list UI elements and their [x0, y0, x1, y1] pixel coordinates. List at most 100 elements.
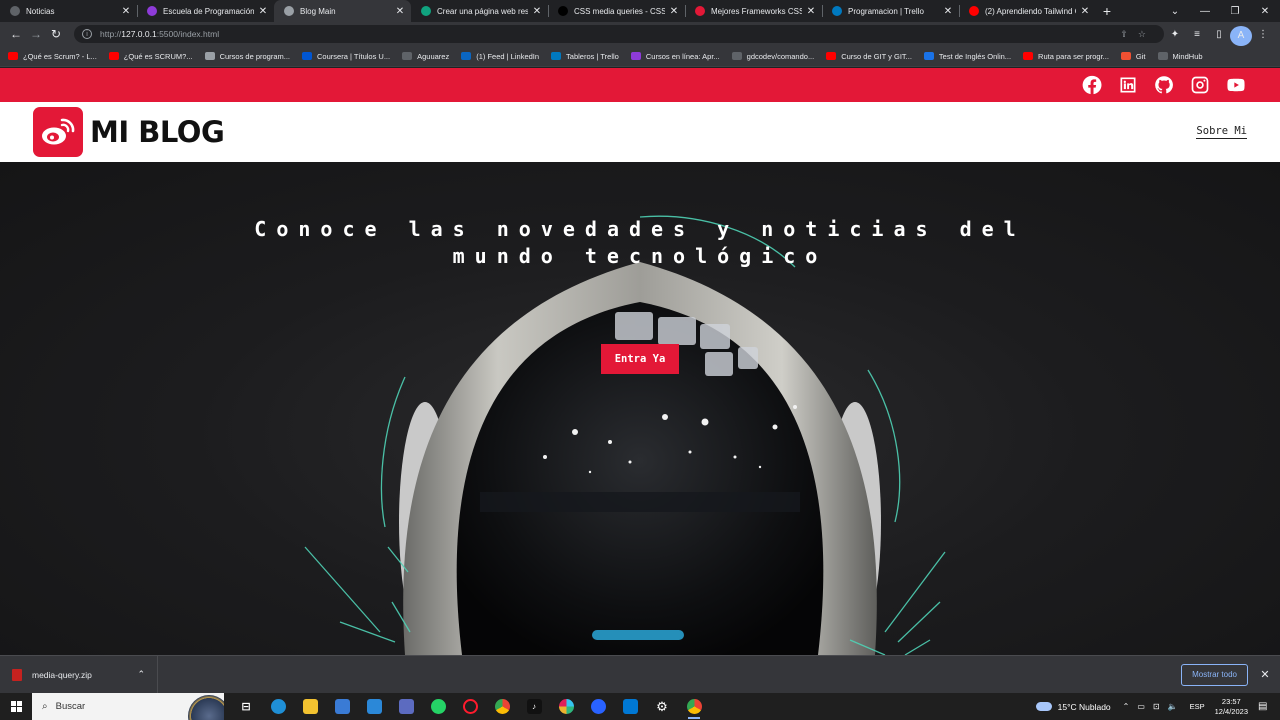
tab-close-icon[interactable]: ✕ [258, 6, 268, 17]
site-brand[interactable]: MI BLOG [90, 115, 225, 149]
bookmark-favicon-icon [108, 52, 119, 60]
tab-title: Programacion | Trello [848, 6, 924, 16]
browser-tab[interactable]: (2) Aprendiendo Tailwind C ✕ [959, 0, 1096, 22]
slack-icon[interactable] [550, 693, 582, 720]
bookmark-label: Tableros | Trello [566, 51, 619, 61]
share-icon[interactable]: ⇪ [1120, 29, 1138, 40]
chrome-icon[interactable] [486, 693, 518, 720]
url-scheme: http:// [100, 29, 122, 39]
bookmark-item[interactable]: gdcodev/comando... [731, 52, 814, 61]
bookmark-item[interactable]: Git [1120, 52, 1146, 61]
tray-icons[interactable]: ⌃▭⊡🔈 [1123, 702, 1186, 711]
chevron-up-icon[interactable]: ⌃ [137, 669, 145, 680]
tab-close-icon[interactable]: ✕ [943, 6, 953, 17]
weibo-logo-icon[interactable] [33, 107, 83, 157]
site-info-icon[interactable]: i [82, 29, 92, 39]
bookmark-item[interactable]: ¿Qué es SCRUM?... [108, 52, 193, 61]
bookmark-item[interactable]: Test de Inglés Onlin... [923, 52, 1011, 61]
clock[interactable]: 23:57 12/4/2023 [1215, 697, 1248, 717]
browser-tab[interactable]: Escuela de Programación y ✕ [137, 0, 274, 22]
calculator-icon[interactable] [390, 693, 422, 720]
notifications-icon[interactable]: ▤ [1258, 701, 1274, 712]
start-button[interactable] [0, 693, 32, 720]
settings-gear-icon[interactable]: ⚙ [646, 693, 678, 720]
browser-tab[interactable]: Noticias ✕ [0, 0, 137, 22]
bookmark-item[interactable]: Ruta para ser progr... [1023, 52, 1109, 61]
entra-ya-button[interactable]: Entra Ya [601, 344, 679, 374]
tab-search-icon[interactable]: ⌄ [1160, 0, 1190, 22]
microsoft-store-icon[interactable] [326, 693, 358, 720]
weather-widget[interactable]: 15°C Nublado [1035, 702, 1111, 712]
tab-close-icon[interactable]: ✕ [395, 6, 405, 17]
url-path: :5500/index.html [156, 29, 220, 39]
site-navbar: MI BLOG Sobre Mi [0, 102, 1280, 162]
restore-button[interactable]: ❐ [1220, 0, 1250, 22]
bookmark-item[interactable]: Tableros | Trello [551, 52, 619, 61]
task-view-icon[interactable]: ⊟ [230, 693, 262, 720]
side-panel-icon[interactable]: ▯ [1208, 24, 1230, 44]
bookmark-favicon-icon [1157, 52, 1168, 60]
menu-icon[interactable]: ⋮ [1252, 24, 1274, 44]
bookmark-item[interactable]: Cursos de program... [204, 51, 291, 61]
new-tab-button[interactable]: + [1096, 0, 1118, 22]
instagram-icon[interactable] [1190, 75, 1210, 95]
file-explorer-icon[interactable] [294, 693, 326, 720]
close-window-button[interactable]: ✕ [1250, 0, 1280, 22]
linkedin-icon[interactable] [1118, 75, 1138, 95]
minimize-button[interactable]: — [1190, 0, 1220, 22]
address-bar[interactable]: i http://127.0.0.1:5500/index.html ⇪ ☆ [74, 25, 1164, 43]
bookmark-item[interactable]: Cursos en línea: Apr... [630, 52, 720, 61]
bookmark-label: Cursos de program... [219, 51, 291, 61]
browser-tab[interactable]: Crear una página web resp ✕ [411, 0, 548, 22]
tab-close-icon[interactable]: ✕ [1080, 6, 1090, 17]
browser-tab[interactable]: Mejores Frameworks CSS p ✕ [685, 0, 822, 22]
edge-icon[interactable] [262, 693, 294, 720]
search-highlight-image [188, 695, 224, 720]
bookmark-label: Coursera | Títulos U... [317, 51, 391, 61]
back-button[interactable]: ← [6, 24, 26, 44]
chrome-active-icon[interactable] [678, 693, 710, 720]
browser-tab[interactable]: Blog Main ✕ [274, 0, 411, 22]
bookmark-item[interactable]: Aguuarez [402, 52, 449, 61]
nav-link-sobre-mi[interactable]: Sobre Mi [1196, 125, 1247, 139]
show-all-downloads-button[interactable]: Mostrar todo [1181, 663, 1248, 686]
bookmark-star-icon[interactable]: ☆ [1138, 29, 1156, 40]
bookmark-item[interactable]: Coursera | Títulos U... [302, 52, 390, 61]
taskbar-search[interactable]: ⌕ Buscar [32, 693, 224, 720]
bookmark-item[interactable]: Curso de GIT y GIT... [826, 52, 912, 61]
window-controls: ⌄ — ❐ ✕ [1160, 0, 1280, 22]
bookmark-item[interactable]: ¿Qué es Scrum? - L... [8, 52, 97, 61]
tab-title: Blog Main [300, 6, 336, 16]
forward-button[interactable]: → [26, 24, 46, 44]
opera-icon[interactable] [454, 693, 486, 720]
tab-close-icon[interactable]: ✕ [669, 6, 679, 17]
tab-close-icon[interactable]: ✕ [532, 6, 542, 17]
youtube-icon[interactable] [1226, 75, 1246, 95]
close-icon[interactable]: ✕ [1258, 668, 1272, 681]
github-icon[interactable] [1154, 75, 1174, 95]
tiktok-icon[interactable]: ♪ [518, 693, 550, 720]
bookmark-favicon-icon [402, 52, 413, 60]
tab-title: Escuela de Programación y [163, 6, 254, 16]
vscode-icon[interactable] [614, 693, 646, 720]
facebook-icon[interactable] [1082, 75, 1102, 95]
tab-close-icon[interactable]: ✕ [121, 6, 131, 17]
url-host: 127.0.0.1 [121, 29, 157, 39]
browser-tab[interactable]: CSS media queries - CSS | ✕ [548, 0, 685, 22]
app-icon[interactable] [582, 693, 614, 720]
profile-avatar[interactable]: A [1230, 24, 1252, 46]
reload-button[interactable]: ↻ [46, 24, 66, 44]
page-viewport: MI BLOG Sobre Mi Conoce las novedades y … [0, 68, 1280, 655]
bookmark-item[interactable]: MindHub [1157, 52, 1203, 61]
bookmark-label: Ruta para ser progr... [1038, 51, 1109, 61]
browser-tab[interactable]: Programacion | Trello ✕ [822, 0, 959, 22]
whatsapp-icon[interactable] [422, 693, 454, 720]
bookmark-item[interactable]: (1) Feed | LinkedIn [461, 52, 539, 61]
reading-list-icon[interactable]: ≡ [1186, 24, 1208, 44]
language-indicator[interactable]: ESP [1190, 702, 1205, 711]
browser-toolbar: ← → ↻ i http://127.0.0.1:5500/index.html… [0, 22, 1280, 46]
download-item[interactable]: media-query.zip ⌃ [0, 655, 158, 694]
extensions-icon[interactable]: ✦ [1164, 24, 1186, 44]
mail-icon[interactable] [358, 693, 390, 720]
tab-close-icon[interactable]: ✕ [806, 6, 816, 17]
